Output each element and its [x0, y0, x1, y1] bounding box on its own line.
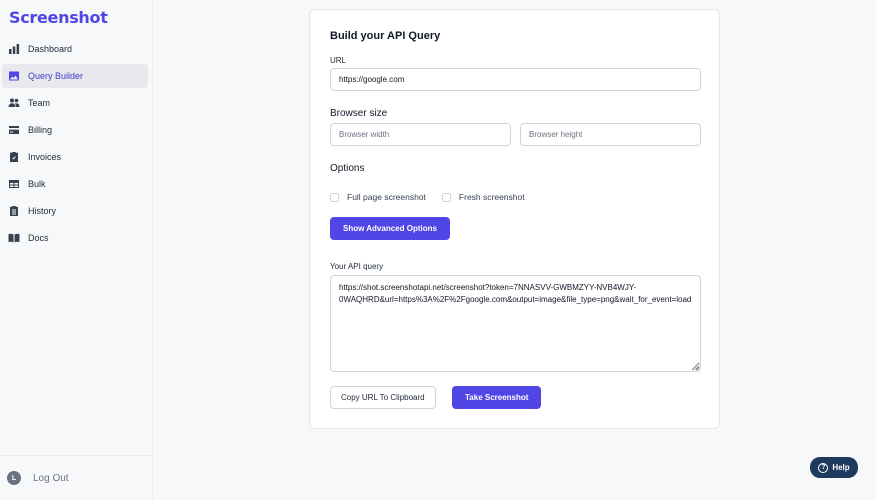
sidebar-item-billing[interactable]: Billing — [2, 118, 148, 142]
browser-width-input[interactable] — [330, 123, 511, 146]
sidebar-item-label: Team — [28, 98, 51, 108]
bar-chart-icon — [8, 43, 20, 55]
question-icon: ? — [818, 462, 829, 473]
avatar: L — [7, 471, 21, 485]
sidebar-item-invoices[interactable]: Invoices — [2, 145, 148, 169]
sidebar-item-team[interactable]: Team — [2, 91, 148, 115]
take-screenshot-button[interactable]: Take Screenshot — [452, 386, 542, 409]
sidebar: Screenshot Dashboard Query Builder Team … — [0, 0, 153, 500]
options-row: Full page screenshot Fresh screenshot — [330, 192, 541, 202]
api-query-textarea[interactable]: https://shot.screenshotapi.net/screensho… — [330, 275, 701, 372]
sidebar-nav: Dashboard Query Builder Team Billing Inv… — [2, 37, 148, 253]
sidebar-item-label: Dashboard — [28, 44, 73, 54]
options-label: Options — [330, 163, 365, 174]
logout-label: Log Out — [33, 472, 69, 484]
full-page-option[interactable]: Full page screenshot — [330, 192, 426, 202]
help-label: Help — [832, 463, 850, 472]
logout-button[interactable]: L Log Out — [7, 471, 69, 485]
show-advanced-options-button[interactable]: Show Advanced Options — [330, 217, 450, 240]
url-label: URL — [330, 56, 347, 65]
sidebar-item-label: Bulk — [28, 179, 46, 189]
resize-handle-icon[interactable] — [693, 364, 700, 371]
full-page-checkbox[interactable] — [330, 192, 339, 202]
sidebar-divider — [0, 455, 153, 456]
book-open-icon — [8, 232, 20, 244]
sidebar-item-label: Invoices — [28, 152, 62, 162]
table-icon — [8, 178, 20, 190]
sidebar-item-label: Query Builder — [28, 71, 84, 81]
sidebar-item-bulk[interactable]: Bulk — [2, 172, 148, 196]
url-input[interactable] — [330, 68, 701, 91]
query-builder-card: Build your API Query URL Browser size Op… — [309, 9, 720, 429]
credit-card-icon — [8, 124, 20, 136]
clipboard-check-icon — [8, 151, 20, 163]
help-button[interactable]: ? Help — [810, 457, 858, 478]
browser-height-input[interactable] — [520, 123, 701, 146]
app-logo[interactable]: Screenshot — [9, 8, 108, 27]
full-page-label: Full page screenshot — [347, 192, 426, 202]
image-icon — [8, 70, 20, 82]
copy-url-button[interactable]: Copy URL To Clipboard — [330, 386, 436, 409]
browser-size-label: Browser size — [330, 108, 388, 119]
sidebar-item-docs[interactable]: Docs — [2, 226, 148, 250]
clipboard-list-icon — [8, 205, 20, 217]
fresh-option[interactable]: Fresh screenshot — [441, 192, 525, 202]
sidebar-item-label: Billing — [28, 125, 53, 135]
fresh-label: Fresh screenshot — [458, 192, 525, 202]
page-title: Build your API Query — [330, 30, 441, 42]
users-icon — [8, 97, 20, 109]
sidebar-item-dashboard[interactable]: Dashboard — [2, 37, 148, 61]
sidebar-item-label: Docs — [28, 233, 49, 243]
fresh-checkbox[interactable] — [441, 192, 451, 202]
sidebar-item-query-builder[interactable]: Query Builder — [2, 64, 148, 88]
api-query-label: Your API query — [330, 262, 384, 271]
sidebar-item-history[interactable]: History — [2, 199, 148, 223]
sidebar-item-label: History — [28, 206, 57, 216]
